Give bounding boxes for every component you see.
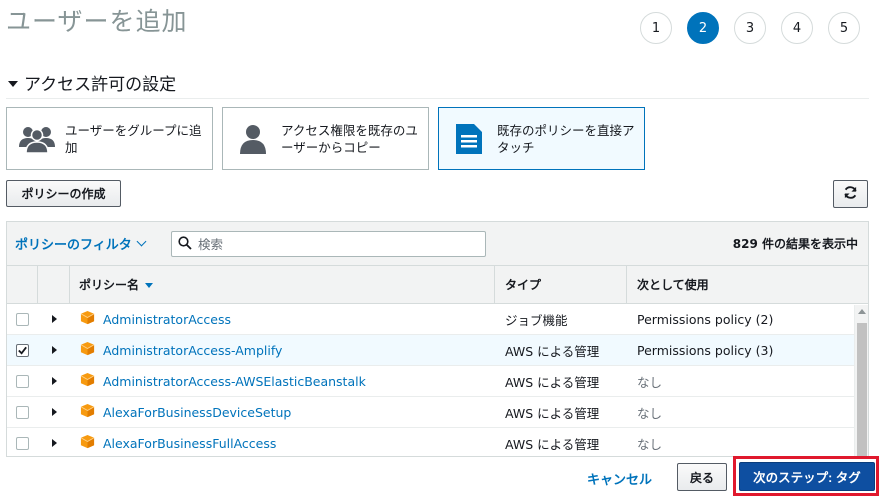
policy-used-as: なし <box>637 436 663 452</box>
step-3[interactable]: 3 <box>734 12 766 44</box>
filter-bar: ポリシーのフィルタ 829 件の結果を表示中 <box>7 222 868 266</box>
step-4[interactable]: 4 <box>781 12 813 44</box>
search-input[interactable] <box>198 236 468 252</box>
option-label: ユーザーをグループに追加 <box>65 122 202 155</box>
policy-package-icon <box>80 310 95 328</box>
document-icon <box>449 119 489 159</box>
scroll-up-icon[interactable] <box>858 309 866 314</box>
table-row[interactable]: AdministratorAccess ジョブ機能 Permissions po… <box>7 304 868 335</box>
policy-used-as: Permissions policy (3) <box>637 342 774 358</box>
expand-arrow-icon[interactable] <box>51 408 57 416</box>
policy-type: AWS による管理 <box>505 405 600 421</box>
expand-arrow-icon[interactable] <box>51 439 57 447</box>
option-copy-permissions[interactable]: アクセス権限を既存のユーザーからコピー <box>222 107 429 170</box>
filter-label: ポリシーのフィルタ <box>15 238 132 253</box>
option-attach-policies[interactable]: 既存のポリシーを直接アタッチ <box>438 107 645 170</box>
table-body: AdministratorAccess ジョブ機能 Permissions po… <box>7 304 868 456</box>
row-checkbox-checked[interactable] <box>16 343 29 357</box>
create-policy-button[interactable]: ポリシーの作成 <box>6 180 121 207</box>
section-title: アクセス許可の設定 <box>24 75 177 95</box>
header-type[interactable]: タイプ <box>495 266 627 303</box>
row-checkbox[interactable] <box>16 374 29 388</box>
table-scrollbar[interactable] <box>854 305 868 456</box>
refresh-icon <box>843 185 858 203</box>
cancel-link[interactable]: キャンセル <box>587 469 652 488</box>
option-add-to-group[interactable]: ユーザーをグループに追加 <box>6 107 213 170</box>
policy-package-icon <box>80 372 95 390</box>
expand-arrow-icon[interactable] <box>51 315 57 323</box>
sort-desc-icon <box>145 283 154 288</box>
policy-name-link[interactable]: AdministratorAccess-AWSElasticBeanstalk <box>103 374 366 389</box>
scroll-thumb[interactable] <box>857 323 867 456</box>
expand-arrow-icon[interactable] <box>51 346 57 354</box>
expand-arrow-icon[interactable] <box>51 377 57 385</box>
table-row[interactable]: AlexaForBusinessDeviceSetup AWS による管理 なし <box>7 397 868 428</box>
section-divider <box>6 98 869 99</box>
permissions-section-header[interactable]: アクセス許可の設定 <box>8 70 176 95</box>
table-row[interactable]: AdministratorAccess-Amplify AWS による管理 Pe… <box>7 335 868 366</box>
page-title: ユーザーを追加 <box>6 7 188 36</box>
header-label: 次として使用 <box>637 278 709 292</box>
policy-package-icon <box>80 341 95 359</box>
table-row[interactable]: AlexaForBusinessFullAccess AWS による管理 なし <box>7 428 868 456</box>
header-policy-name[interactable]: ポリシー名 <box>70 266 495 303</box>
step-5[interactable]: 5 <box>828 12 860 44</box>
step-indicator: 1 2 3 4 5 <box>640 12 860 44</box>
next-step-button[interactable]: 次のステップ: タグ <box>739 462 875 491</box>
table-row[interactable]: AdministratorAccess-AWSElasticBeanstalk … <box>7 366 868 397</box>
policy-name-link[interactable]: AlexaForBusinessDeviceSetup <box>103 405 291 420</box>
policy-type: AWS による管理 <box>505 374 600 390</box>
policy-name-link[interactable]: AdministratorAccess-Amplify <box>103 343 282 358</box>
search-box[interactable] <box>171 231 486 257</box>
policy-used-as: Permissions policy (2) <box>637 311 774 327</box>
row-checkbox[interactable] <box>16 312 29 326</box>
header-label: タイプ <box>505 278 542 292</box>
row-checkbox[interactable] <box>16 405 29 419</box>
policy-used-as: なし <box>637 405 663 421</box>
policy-type: ジョブ機能 <box>505 312 568 328</box>
header-label: ポリシー名 <box>79 278 140 292</box>
user-icon <box>233 119 273 159</box>
back-button[interactable]: 戻る <box>677 463 727 491</box>
header-checkbox-col <box>7 266 38 303</box>
refresh-button[interactable] <box>833 180 868 208</box>
policy-name-link[interactable]: AdministratorAccess <box>103 312 231 327</box>
step-2-active[interactable]: 2 <box>687 12 719 44</box>
policy-package-icon <box>80 403 95 421</box>
result-count: 829 件の結果を表示中 <box>732 237 858 251</box>
header-used-as[interactable]: 次として使用 <box>627 266 868 303</box>
chevron-down-icon <box>136 236 147 247</box>
policy-package-icon <box>80 434 95 452</box>
policy-filter-dropdown[interactable]: ポリシーのフィルタ <box>15 234 147 253</box>
caret-down-icon <box>8 80 18 87</box>
header-expand-col <box>38 266 70 303</box>
policy-name-link[interactable]: AlexaForBusinessFullAccess <box>103 436 276 451</box>
search-icon <box>178 235 192 254</box>
policy-table: ポリシーのフィルタ 829 件の結果を表示中 ポリシー名 タイプ 次として使用 <box>6 221 869 457</box>
option-label: 既存のポリシーを直接アタッチ <box>497 122 635 155</box>
policy-type: AWS による管理 <box>505 343 600 359</box>
policy-type: AWS による管理 <box>505 436 600 452</box>
row-checkbox[interactable] <box>16 436 29 450</box>
table-header: ポリシー名 タイプ 次として使用 <box>7 266 868 304</box>
users-group-icon <box>17 119 57 159</box>
option-label: アクセス権限を既存のユーザーからコピー <box>281 122 418 155</box>
step-1[interactable]: 1 <box>640 12 672 44</box>
permission-options: ユーザーをグループに追加 アクセス権限を既存のユーザーからコピー 既存のポリシー… <box>6 107 645 170</box>
policy-used-as: なし <box>637 374 663 390</box>
